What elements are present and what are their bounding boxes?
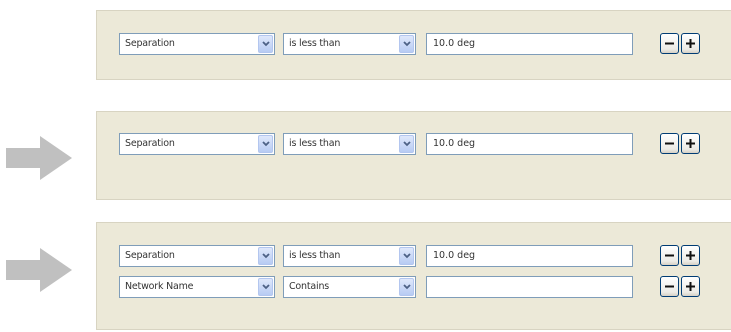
chevron-down-icon[interactable] [399,35,414,53]
chevron-down-icon[interactable] [399,135,414,153]
value-input-text: 10.0 deg [433,38,476,49]
right-arrow-icon [6,136,72,184]
filter-panel-1: Separation is less than 10.0 deg [96,10,731,80]
add-condition-button[interactable] [681,276,700,297]
remove-condition-button[interactable] [660,245,679,266]
minus-icon [665,142,674,145]
remove-condition-button[interactable] [660,133,679,154]
plus-icon [686,139,695,148]
chevron-down-icon[interactable] [258,247,273,265]
operator-select[interactable]: is less than [283,245,416,267]
field-select-value: Separation [125,38,175,49]
value-input[interactable] [426,276,633,298]
value-input[interactable]: 10.0 deg [426,33,633,55]
add-condition-button[interactable] [681,33,700,54]
plus-icon [686,251,695,260]
chevron-down-icon[interactable] [399,247,414,265]
remove-condition-button[interactable] [660,33,679,54]
plus-icon [686,282,695,291]
field-select[interactable]: Separation [119,33,275,55]
field-select-value: Separation [125,250,175,261]
right-arrow-icon [6,248,72,296]
value-input[interactable]: 10.0 deg [426,245,633,267]
field-select[interactable]: Separation [119,245,275,267]
value-input-text: 10.0 deg [433,138,476,149]
operator-select[interactable]: is less than [283,133,416,155]
add-condition-button[interactable] [681,245,700,266]
chevron-down-icon[interactable] [399,278,414,296]
field-select[interactable]: Separation [119,133,275,155]
chevron-down-icon[interactable] [258,135,273,153]
operator-select-value: Contains [289,281,330,292]
add-condition-button[interactable] [681,133,700,154]
operator-select[interactable]: Contains [283,276,416,298]
filter-panel-2: Separation is less than 10.0 deg [96,111,731,200]
minus-icon [665,254,674,257]
filter-panel-3: Separation is less than 10.0 deg Network… [96,222,731,330]
value-input[interactable]: 10.0 deg [426,133,633,155]
minus-icon [665,42,674,45]
chevron-down-icon[interactable] [258,35,273,53]
operator-select-value: is less than [289,250,341,261]
field-select-value: Separation [125,138,175,149]
operator-select[interactable]: is less than [283,33,416,55]
field-select-value: Network Name [125,281,194,292]
field-select[interactable]: Network Name [119,276,275,298]
operator-select-value: is less than [289,38,341,49]
operator-select-value: is less than [289,138,341,149]
plus-icon [686,39,695,48]
remove-condition-button[interactable] [660,276,679,297]
value-input-text: 10.0 deg [433,250,476,261]
minus-icon [665,285,674,288]
chevron-down-icon[interactable] [258,278,273,296]
